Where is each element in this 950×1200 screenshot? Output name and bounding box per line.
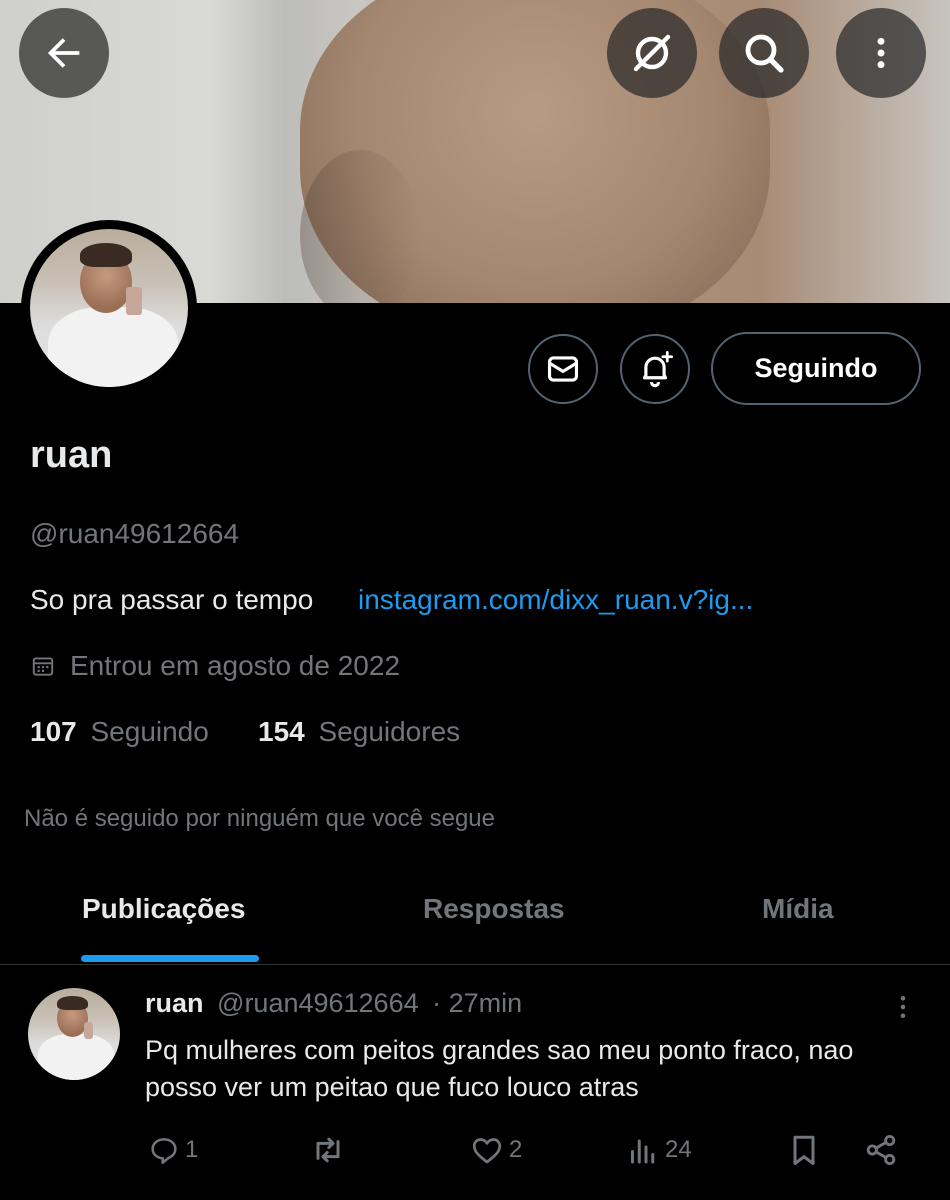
repost-icon [316, 1137, 340, 1163]
avatar-photo [30, 229, 188, 387]
following-count-link[interactable]: 107 Seguindo [30, 716, 209, 748]
more-button[interactable] [836, 8, 926, 98]
profile-avatar[interactable] [21, 220, 197, 396]
views-button[interactable]: 24 [625, 1128, 692, 1172]
bookmark-button[interactable] [786, 1128, 822, 1172]
grok-button[interactable] [607, 8, 697, 98]
post-time[interactable]: · 27min [432, 988, 522, 1018]
tabs-divider [0, 964, 950, 965]
joined-date-row: Entrou em agosto de 2022 [30, 650, 400, 682]
more-vertical-icon [900, 996, 906, 1018]
slash-circle-icon [633, 34, 671, 72]
notifications-button[interactable] [620, 334, 690, 404]
views-bar-chart-icon [631, 1139, 655, 1164]
mail-icon [547, 356, 579, 382]
bio-link[interactable]: instagram.com/dixx_ruan.v?ig... [358, 584, 753, 616]
mutual-followers-note: Não é seguido por ninguém que você segue [24, 805, 495, 832]
reply-button[interactable]: 1 [147, 1128, 198, 1172]
share-icon [866, 1134, 896, 1166]
joined-date: Entrou em agosto de 2022 [70, 650, 401, 681]
more-vertical-icon [877, 37, 885, 69]
calendar-icon [32, 657, 54, 676]
heart-icon [472, 1138, 502, 1164]
bell-plus-icon [642, 350, 674, 388]
reply-count: 1 [185, 1136, 199, 1163]
arrow-left-icon [47, 38, 80, 68]
tab-midia[interactable]: Mídia [762, 893, 834, 925]
repost-button[interactable] [308, 1128, 352, 1172]
followers-count-link[interactable]: 154 Seguidores [258, 716, 460, 748]
following-label: Seguindo [90, 716, 209, 747]
back-button[interactable] [19, 8, 109, 98]
followers-label: Seguidores [318, 716, 461, 747]
following-count: 107 [30, 716, 77, 747]
share-button[interactable] [862, 1128, 900, 1172]
bio-text: So pra passar o tempo [30, 584, 314, 615]
post-avatar[interactable] [28, 988, 120, 1080]
like-button[interactable]: 2 [469, 1128, 522, 1172]
reply-icon [151, 1138, 177, 1165]
search-icon [745, 34, 784, 73]
followers-count: 154 [258, 716, 305, 747]
following-button[interactable]: Seguindo [711, 332, 921, 405]
message-button[interactable] [528, 334, 598, 404]
post-more-button[interactable] [886, 990, 920, 1024]
like-count: 2 [509, 1136, 523, 1163]
display-name: ruan [30, 434, 113, 476]
profile-handle: @ruan49612664 [30, 518, 240, 549]
post-text-line-2: posso ver um peitao que fuco louco atras [145, 1072, 639, 1102]
tab-publicacoes[interactable]: Publicações [82, 893, 245, 925]
post-text-line-1: Pq mulheres com peitos grandes sao meu p… [145, 1035, 854, 1065]
active-tab-indicator [81, 955, 259, 962]
post-header: ruan @ruan49612664 · 27min [145, 988, 522, 1019]
post-author[interactable]: ruan [145, 988, 204, 1018]
tab-respostas[interactable]: Respostas [423, 893, 565, 925]
bookmark-icon [793, 1135, 815, 1165]
search-button[interactable] [719, 8, 809, 98]
views-count: 24 [665, 1136, 692, 1163]
post-handle[interactable]: @ruan49612664 [217, 988, 419, 1018]
